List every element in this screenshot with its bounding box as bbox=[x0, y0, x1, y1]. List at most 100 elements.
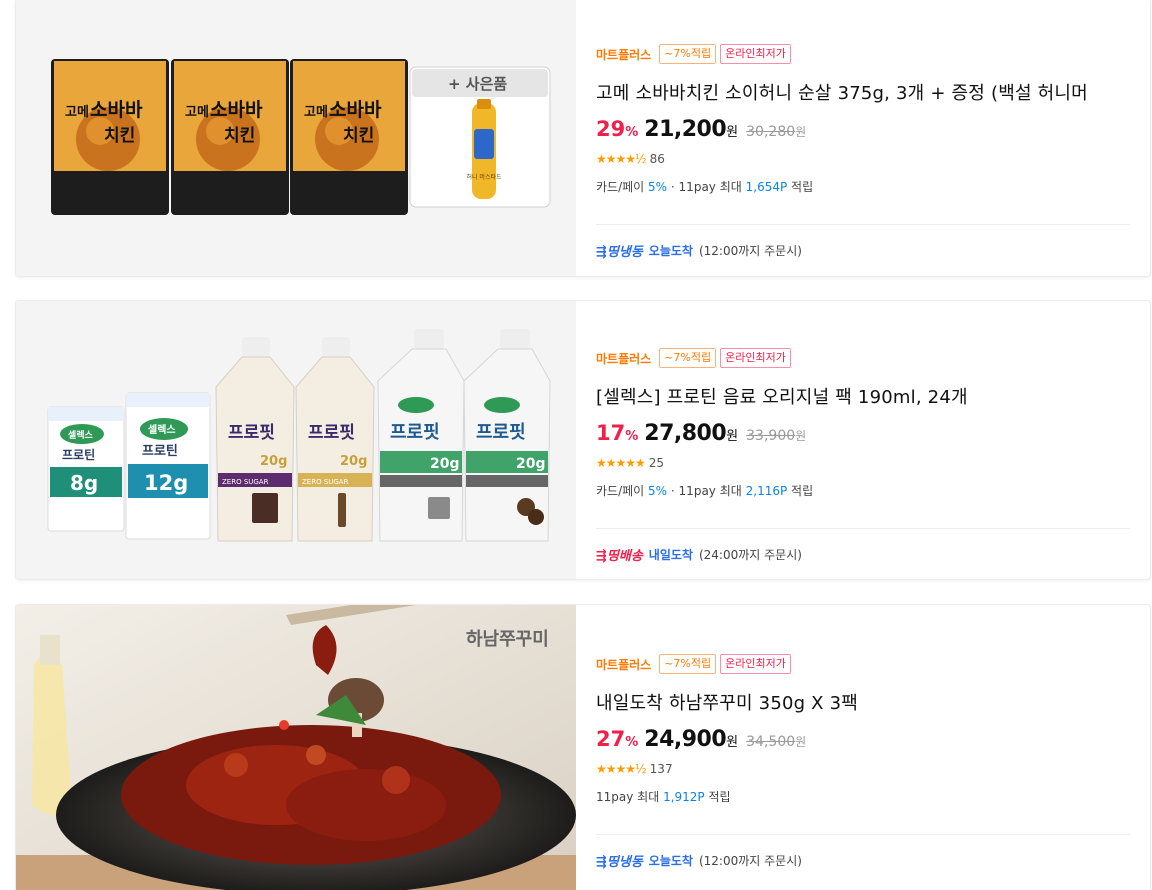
pack-title: 소바바 bbox=[210, 99, 263, 121]
box-label: 프로틴 bbox=[62, 447, 95, 462]
chicken-packs-image: 고메 소바바 치킨 고메 소바바 치킨 고메 소바바 치킨 + 사은품 허니 머… bbox=[16, 0, 576, 276]
mart-plus-badge: 마트플러스 bbox=[596, 351, 652, 366]
carton-label: 프로핏 bbox=[308, 423, 355, 443]
express-delivery-logo-icon: ⇶띵배송 bbox=[596, 549, 643, 564]
points-rate-badge: ~7%적립 bbox=[659, 654, 717, 674]
badge-row: 마트플러스 ~7%적립 온라인최저가 bbox=[596, 654, 791, 674]
box-grams: 12g bbox=[144, 471, 188, 495]
badge-row: 마트플러스 ~7%적립 온라인최저가 bbox=[596, 348, 791, 368]
benefit-suffix: 적립 bbox=[791, 484, 814, 498]
product-list: 고메 소바바 치킨 고메 소바바 치킨 고메 소바바 치킨 + 사은품 허니 머… bbox=[0, 0, 1152, 890]
order-cutoff-note: (24:00까지 주문시) bbox=[698, 548, 802, 562]
frozen-delivery-logo-icon: ⇶띵냉동 bbox=[596, 245, 643, 260]
product-title[interactable]: 고메 소바바치킨 소이허니 순살 375g, 3개 + 증정 (백설 허니머 bbox=[596, 79, 1088, 105]
zero-sugar-text: ZERO SUGAR bbox=[302, 478, 349, 486]
review-count: 25 bbox=[648, 456, 665, 470]
benefit-mid: · 11pay 최대 bbox=[670, 180, 742, 194]
original-price-unit: 원 bbox=[795, 735, 807, 749]
original-price-unit: 원 bbox=[795, 429, 807, 443]
order-cutoff-note: (12:00까지 주문시) bbox=[698, 244, 802, 258]
max-points: 2,116P bbox=[745, 484, 788, 498]
product-image[interactable]: 하남쭈꾸미 bbox=[16, 605, 576, 890]
discount-percent-sign: % bbox=[625, 735, 639, 750]
lowest-price-badge: 온라인최저가 bbox=[720, 654, 791, 674]
discount-percent-sign: % bbox=[625, 125, 639, 140]
product-title[interactable]: 내일도착 하남쭈꾸미 350g X 3팩 bbox=[596, 689, 858, 715]
product-image[interactable]: 셀렉스 프로틴 8g 셀렉스 프로틴 12g 프로핏 20g ZERO SUGA… bbox=[16, 301, 576, 579]
benefit-suffix: 적립 bbox=[791, 180, 814, 194]
frozen-delivery-logo-icon: ⇶띵냉동 bbox=[596, 855, 643, 870]
max-points: 1,654P bbox=[745, 180, 788, 194]
sale-price: 21,200 bbox=[644, 117, 727, 142]
product-card[interactable]: 셀렉스 프로틴 8g 셀렉스 프로틴 12g 프로핏 20g ZERO SUGA… bbox=[15, 300, 1151, 580]
carton-grams: 20g bbox=[260, 454, 287, 469]
star-rating-icon: ★★★★½ bbox=[596, 762, 647, 776]
original-price: 33,900 bbox=[746, 428, 796, 444]
review-count: 137 bbox=[649, 762, 673, 776]
original-price-unit: 원 bbox=[795, 125, 807, 139]
pack-subtitle: 치킨 bbox=[343, 126, 374, 146]
product-info: 마트플러스 ~7%적립 온라인최저가 고메 소바바치킨 소이허니 순살 375g… bbox=[596, 0, 1130, 276]
card-discount-rate: 5% bbox=[648, 180, 668, 194]
product-card[interactable]: 하남쭈꾸미 마트플러스 ~7%적립 온라인최저가 내일도착 하남쭈꾸미 350g… bbox=[15, 604, 1151, 890]
max-points: 1,912P bbox=[663, 790, 705, 804]
box-grams: 8g bbox=[70, 471, 98, 495]
shipping-row: ⇶띵냉동 오늘도착 (12:00까지 주문시) bbox=[596, 851, 802, 870]
product-info: 마트플러스 ~7%적립 온라인최저가 [셀렉스] 프로틴 음료 오리지널 팩 1… bbox=[596, 301, 1130, 579]
rating-row: ★★★★½ 137 bbox=[596, 762, 673, 776]
star-rating-icon: ★★★★★ bbox=[596, 456, 646, 470]
discount-rate: 29 bbox=[596, 117, 626, 141]
pack-brand: 고메 bbox=[185, 105, 209, 120]
pack-title: 소바바 bbox=[329, 99, 382, 121]
original-price: 34,500 bbox=[746, 734, 796, 750]
mart-plus-badge: 마트플러스 bbox=[596, 47, 652, 62]
divider bbox=[596, 528, 1130, 529]
benefit-prefix: 카드/페이 bbox=[596, 484, 645, 498]
price-row: 17 % 27,800 원 33,900 원 bbox=[596, 421, 806, 446]
product-title[interactable]: [셀렉스] 프로틴 음료 오리지널 팩 190ml, 24개 bbox=[596, 383, 968, 409]
delivery-eta: 내일도착 bbox=[648, 548, 693, 562]
lowest-price-badge: 온라인최저가 bbox=[720, 348, 791, 368]
box-label: 프로틴 bbox=[142, 443, 178, 459]
pack-brand: 고메 bbox=[65, 105, 89, 120]
carton-label: 프로핏 bbox=[476, 422, 526, 443]
card-discount-rate: 5% bbox=[648, 484, 668, 498]
lowest-price-badge: 온라인최저가 bbox=[720, 44, 791, 64]
original-price: 30,280 bbox=[746, 124, 796, 140]
box-brand: 셀렉스 bbox=[148, 423, 176, 436]
benefit-row: 카드/페이 5% · 11pay 최대 2,116P 적립 bbox=[596, 482, 813, 499]
delivery-eta: 오늘도착 bbox=[648, 244, 693, 258]
gift-label: + 사은품 bbox=[448, 75, 507, 93]
price-unit: 원 bbox=[726, 125, 739, 140]
shipping-row: ⇶띵배송 내일도착 (24:00까지 주문시) bbox=[596, 545, 802, 564]
order-cutoff-note: (12:00까지 주문시) bbox=[698, 854, 802, 868]
protein-drinks-image: 셀렉스 프로틴 8g 셀렉스 프로틴 12g 프로핏 20g ZERO SUGA… bbox=[16, 301, 576, 579]
discount-percent-sign: % bbox=[625, 429, 639, 444]
product-image[interactable]: 고메 소바바 치킨 고메 소바바 치킨 고메 소바바 치킨 + 사은품 허니 머… bbox=[16, 0, 576, 276]
zero-sugar-text: ZERO SUGAR bbox=[222, 478, 269, 486]
price-unit: 원 bbox=[726, 735, 739, 750]
rating-row: ★★★★★ 25 bbox=[596, 456, 664, 470]
benefit-row: 11pay 최대 1,912P 적립 bbox=[596, 788, 731, 805]
rating-row: ★★★★½ 86 bbox=[596, 152, 665, 166]
carton-label: 프로핏 bbox=[228, 423, 275, 443]
benefit-row: 카드/페이 5% · 11pay 최대 1,654P 적립 bbox=[596, 178, 813, 195]
brand-watermark: 하남쭈꾸미 bbox=[466, 629, 549, 650]
discount-rate: 27 bbox=[596, 727, 626, 751]
product-card[interactable]: 고메 소바바 치킨 고메 소바바 치킨 고메 소바바 치킨 + 사은품 허니 머… bbox=[15, 0, 1151, 277]
carton-label: 프로핏 bbox=[390, 422, 440, 443]
sale-price: 27,800 bbox=[644, 421, 727, 446]
mart-plus-badge: 마트플러스 bbox=[596, 657, 652, 672]
carton-grams: 20g bbox=[516, 456, 546, 472]
discount-rate: 17 bbox=[596, 421, 626, 445]
shipping-row: ⇶띵냉동 오늘도착 (12:00까지 주문시) bbox=[596, 241, 802, 260]
price-unit: 원 bbox=[726, 429, 739, 444]
product-info: 마트플러스 ~7%적립 온라인최저가 내일도착 하남쭈꾸미 350g X 3팩 … bbox=[596, 605, 1130, 890]
benefit-mid: · 11pay 최대 bbox=[670, 484, 742, 498]
gift-bottle-text: 허니 머스타드 bbox=[466, 173, 502, 181]
star-rating-icon: ★★★★½ bbox=[596, 152, 647, 166]
pack-title: 소바바 bbox=[90, 99, 143, 121]
spicy-octopus-image: 하남쭈꾸미 bbox=[16, 605, 576, 890]
benefit-suffix: 적립 bbox=[708, 790, 731, 804]
benefit-prefix: 카드/페이 bbox=[596, 180, 645, 194]
